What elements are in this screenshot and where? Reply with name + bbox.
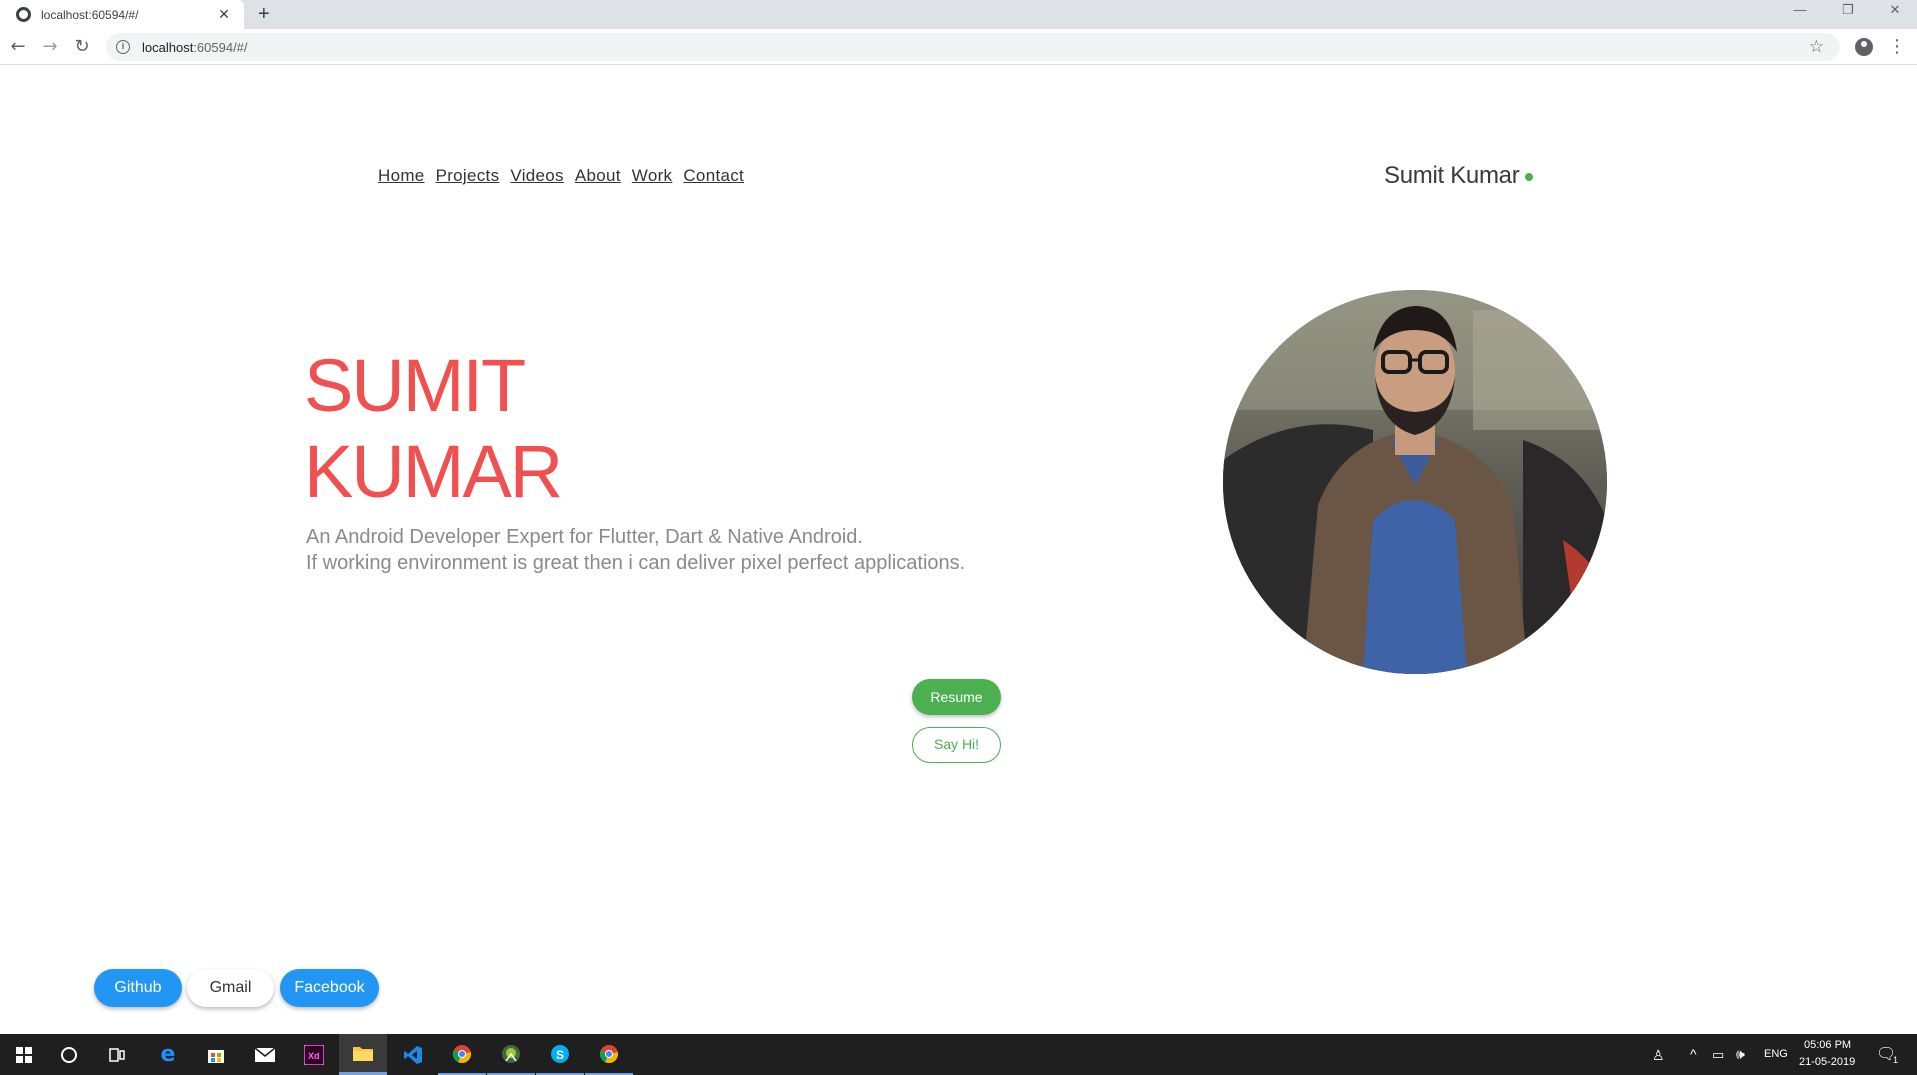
facebook-button[interactable]: Facebook xyxy=(280,969,379,1007)
profile-photo-illustration xyxy=(1223,290,1607,674)
url-text: localhost:60594/#/ xyxy=(142,40,248,55)
info-icon[interactable]: i xyxy=(116,40,130,54)
nav-work[interactable]: Work xyxy=(632,166,673,186)
address-bar[interactable]: i localhost:60594/#/ ☆ xyxy=(106,33,1840,61)
chrome-icon[interactable] xyxy=(438,1034,486,1075)
windows-start-icon[interactable] xyxy=(0,1034,48,1075)
browser-tab-bar: localhost:60594/#/ ✕ + — ❐ ✕ xyxy=(0,0,1917,29)
tab-title: localhost:60594/#/ xyxy=(41,7,139,22)
nav-projects[interactable]: Projects xyxy=(436,166,500,186)
tab-close-icon[interactable]: ✕ xyxy=(212,7,236,23)
taskbar: e Xd S ♙ ^ ▭ 🕪 ENG 05:06 PM 21-05-2019 🗨… xyxy=(0,1034,1917,1075)
chevron-up-icon[interactable]: ^ xyxy=(1690,1046,1697,1062)
screen: localhost:60594/#/ ✕ + — ❐ ✕ ← → ↻ i loc… xyxy=(0,0,1917,1075)
browser-toolbar: ← → ↻ i localhost:60594/#/ ☆ ⋮ xyxy=(0,29,1917,65)
globe-icon xyxy=(16,7,31,22)
new-tab-button[interactable]: + xyxy=(258,3,270,26)
hero-name: SUMIT KUMAR xyxy=(304,343,563,515)
window-close-button[interactable]: ✕ xyxy=(1873,0,1917,22)
clock-time[interactable]: 05:06 PM xyxy=(1804,1039,1851,1051)
svg-text:Xd: Xd xyxy=(308,1051,320,1061)
profile-photo xyxy=(1223,290,1607,674)
back-arrow-icon[interactable]: ← xyxy=(4,33,32,61)
svg-text:S: S xyxy=(556,1048,564,1062)
resume-button[interactable]: Resume xyxy=(912,679,1001,715)
hero-tagline: An Android Developer Expert for Flutter,… xyxy=(306,524,965,576)
tagline-line2: If working environment is great then i c… xyxy=(306,552,966,574)
tagline-line1: An Android Developer Expert for Flutter,… xyxy=(306,526,863,548)
volume-icon[interactable]: 🕪 xyxy=(1736,1046,1745,1063)
task-view-icon[interactable] xyxy=(93,1034,141,1075)
github-button[interactable]: Github xyxy=(94,969,182,1007)
file-explorer-icon[interactable] xyxy=(339,1034,387,1075)
more-menu-icon[interactable]: ⋮ xyxy=(1888,33,1906,61)
edge-icon[interactable]: e xyxy=(144,1034,192,1075)
restore-button[interactable]: ❐ xyxy=(1826,0,1870,22)
skype-icon[interactable]: S xyxy=(536,1034,584,1075)
mail-icon[interactable] xyxy=(241,1034,289,1075)
nav-contact[interactable]: Contact xyxy=(683,166,744,186)
brand-name: Sumit Kumar xyxy=(1384,162,1520,189)
say-hi-button[interactable]: Say Hi! xyxy=(912,727,1001,763)
hero-name-line1: SUMIT xyxy=(304,344,526,427)
forward-arrow-icon[interactable]: → xyxy=(36,33,64,61)
people-icon[interactable]: ♙ xyxy=(1652,1047,1665,1064)
url-host: localhost xyxy=(142,39,194,55)
nav-home[interactable]: Home xyxy=(378,166,425,186)
url-path: :60594/#/ xyxy=(193,39,248,55)
browser-tab[interactable]: localhost:60594/#/ ✕ xyxy=(0,0,244,29)
chrome-icon[interactable] xyxy=(585,1034,633,1075)
store-icon[interactable] xyxy=(192,1034,240,1075)
android-studio-icon[interactable] xyxy=(487,1034,535,1075)
language-indicator[interactable]: ENG xyxy=(1764,1048,1788,1060)
gmail-button[interactable]: Gmail xyxy=(187,969,274,1007)
status-dot xyxy=(1525,173,1534,181)
adobe-xd-icon[interactable]: Xd xyxy=(290,1034,338,1075)
main-nav: Home Projects Videos About Work Contact xyxy=(378,166,744,186)
minimize-button[interactable]: — xyxy=(1778,0,1822,22)
reload-icon[interactable]: ↻ xyxy=(68,33,96,61)
nav-about[interactable]: About xyxy=(575,166,621,186)
profile-icon[interactable] xyxy=(1855,38,1873,56)
web-page: Home Projects Videos About Work Contact … xyxy=(0,66,1917,1034)
network-icon[interactable]: ▭ xyxy=(1712,1047,1724,1063)
brand: Sumit Kumar xyxy=(1384,162,1534,190)
vscode-icon[interactable] xyxy=(389,1034,437,1075)
cortana-icon[interactable] xyxy=(45,1034,93,1075)
nav-videos[interactable]: Videos xyxy=(510,166,563,186)
clock-date[interactable]: 21-05-2019 xyxy=(1799,1056,1855,1068)
bookmark-star-icon[interactable]: ☆ xyxy=(1809,37,1824,57)
hero-name-line2: KUMAR xyxy=(304,430,563,513)
notification-count: 1 xyxy=(1893,1055,1899,1065)
